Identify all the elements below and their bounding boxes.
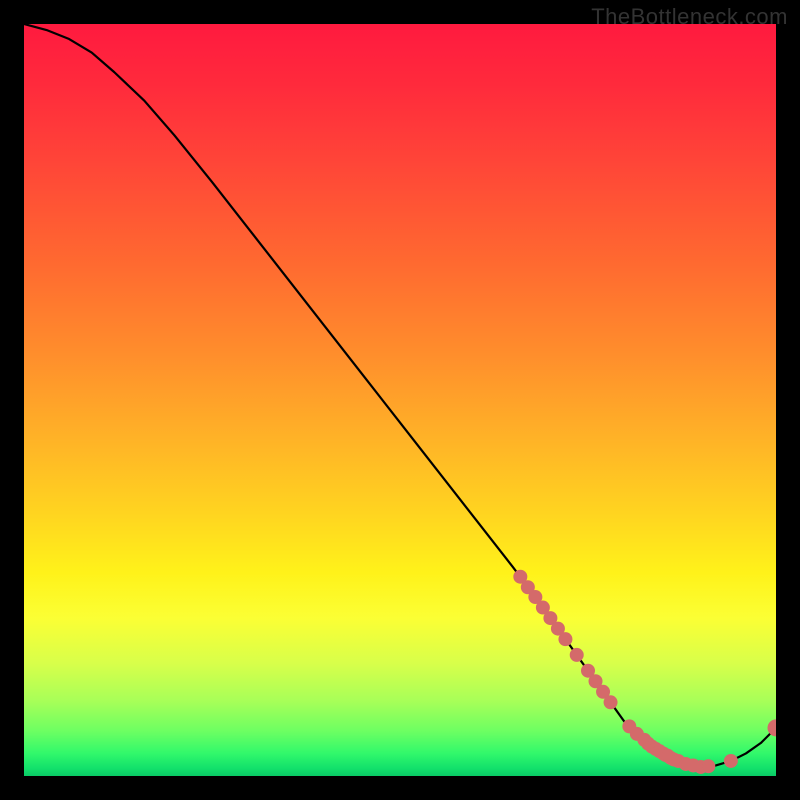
bottleneck-curve-line — [24, 24, 776, 767]
chart-svg — [24, 24, 776, 776]
curve-marker — [559, 633, 572, 646]
curve-marker — [570, 648, 583, 661]
curve-marker — [702, 760, 715, 773]
curve-marker — [604, 696, 617, 709]
curve-marker — [724, 754, 737, 767]
plot-area — [24, 24, 776, 776]
chart-stage: TheBottleneck.com — [0, 0, 800, 800]
marker-group — [514, 570, 776, 773]
watermark-text: TheBottleneck.com — [591, 4, 788, 30]
